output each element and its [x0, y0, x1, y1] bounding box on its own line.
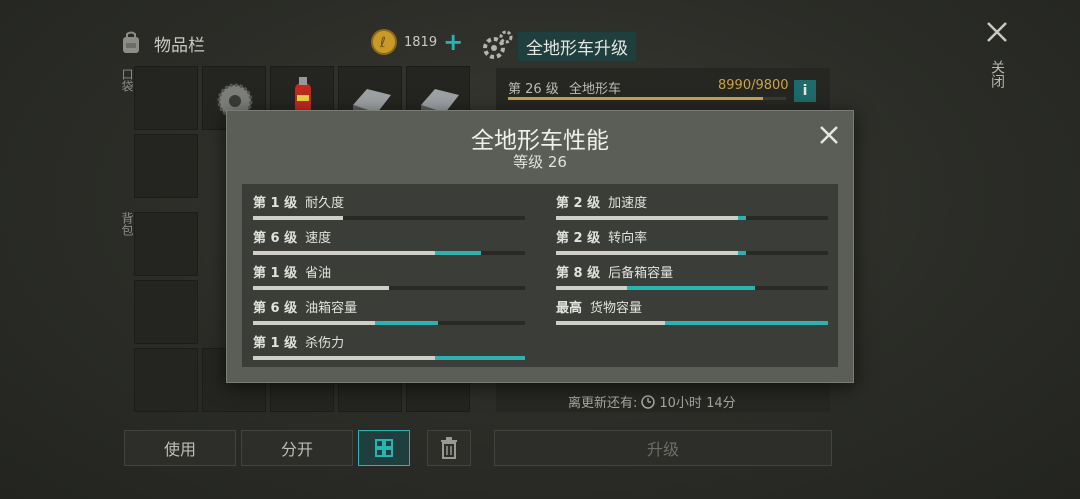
stat-row: 第 6 级速度	[253, 227, 525, 255]
coin-counter: ℓ 1819 +	[370, 28, 463, 56]
xp-progress-bar	[508, 97, 786, 100]
stat-bar-base	[556, 251, 739, 255]
refresh-time: 10小时 14分	[659, 396, 736, 411]
stat-bar-base	[253, 216, 343, 220]
inventory-slot[interactable]	[134, 348, 198, 412]
stat-bar	[253, 286, 525, 290]
close-icon[interactable]	[819, 125, 839, 145]
coin-count: 1819	[404, 34, 438, 50]
stat-bar	[556, 216, 828, 220]
xp-progress-fill	[508, 97, 763, 100]
clock-icon	[641, 394, 656, 409]
stat-row: 第 1 级杀伤力	[253, 332, 525, 360]
stat-name: 耐久度	[305, 196, 345, 211]
modal-title: 全地形车性能	[471, 128, 609, 154]
add-coins-icon[interactable]: +	[443, 30, 463, 54]
stat-bar-upgrade	[375, 321, 438, 325]
stat-bar-base	[556, 286, 627, 290]
stat-bar-upgrade	[738, 216, 747, 220]
sort-grid-button[interactable]	[358, 430, 410, 466]
stat-bar-base	[253, 356, 436, 360]
stat-bar-base	[253, 321, 376, 325]
stat-name: 货物容量	[590, 301, 643, 316]
stat-bar	[253, 251, 525, 255]
inventory-header: 物品栏	[118, 30, 205, 56]
stat-level: 第 1 级	[253, 266, 298, 281]
stat-level: 第 2 级	[556, 196, 601, 211]
stat-bar	[556, 286, 828, 290]
stat-bar-base	[556, 321, 665, 325]
stat-bar-upgrade	[626, 286, 755, 290]
inventory-slot[interactable]	[134, 280, 198, 344]
backpack-icon	[123, 31, 139, 53]
stat-bar	[253, 321, 525, 325]
inventory-title: 物品栏	[154, 35, 205, 56]
stat-bar	[556, 321, 828, 325]
stat-level: 第 6 级	[253, 231, 298, 246]
stat-bar-base	[556, 216, 739, 220]
stat-row: 第 6 级油箱容量	[253, 297, 525, 325]
trash-icon	[441, 437, 457, 459]
stat-level: 第 1 级	[253, 196, 298, 211]
stat-level: 第 6 级	[253, 301, 298, 316]
split-button[interactable]: 分开	[241, 430, 353, 466]
grid-icon	[375, 439, 393, 457]
inventory-slot[interactable]	[134, 212, 198, 276]
performance-modal: 全地形车性能 等级 26 第 1 级耐久度 第 2 级加速度 第 6 级速度 第…	[226, 110, 854, 383]
vehicle-upgrade-title: 全地形车升级	[518, 32, 636, 61]
stat-name: 油箱容量	[305, 301, 358, 316]
stat-level: 第 1 级	[253, 336, 298, 351]
vehicle-level-row: 第 26 级 全地形车	[508, 78, 621, 97]
inventory-slot[interactable]	[134, 66, 198, 130]
stat-bar-upgrade	[664, 321, 828, 325]
stats-box: 第 1 级耐久度 第 2 级加速度 第 6 级速度 第 2 级转向率 第 1 级…	[242, 184, 838, 367]
stat-row: 第 8 级后备箱容量	[556, 262, 828, 290]
gear-icon	[483, 30, 513, 59]
stat-bar-base	[253, 286, 389, 290]
refresh-timer: 离更新还有: 10小时 14分	[568, 392, 736, 411]
stat-bar	[556, 251, 828, 255]
stat-level: 第 2 级	[556, 231, 601, 246]
stat-name: 杀伤力	[305, 336, 345, 351]
stat-row: 第 2 级加速度	[556, 192, 828, 220]
stat-name: 转向率	[608, 231, 648, 246]
refresh-label: 离更新还有:	[568, 396, 638, 411]
stat-bar-upgrade	[738, 251, 747, 255]
stat-row: 第 2 级转向率	[556, 227, 828, 255]
stat-bar-base	[253, 251, 436, 255]
close-icon[interactable]	[985, 20, 1009, 44]
coin-icon: ℓ	[371, 29, 397, 55]
vehicle-xp: 8990/9800	[718, 78, 789, 93]
stat-bar	[253, 356, 525, 360]
vehicle-level: 第 26 级	[508, 82, 559, 97]
stat-level: 最高	[556, 301, 583, 316]
vehicle-name: 全地形车	[568, 82, 621, 97]
use-button[interactable]: 使用	[124, 430, 236, 466]
stat-name: 后备箱容量	[608, 266, 674, 281]
close-label[interactable]: 关闭	[987, 60, 1007, 88]
stat-level: 第 8 级	[556, 266, 601, 281]
stat-row: 第 1 级省油	[253, 262, 525, 290]
upgrade-button[interactable]: 升级	[494, 430, 832, 466]
stat-bar-upgrade	[435, 356, 525, 360]
inventory-slot[interactable]	[134, 134, 198, 198]
stat-bar-upgrade	[435, 251, 482, 255]
stat-name: 加速度	[608, 196, 648, 211]
stat-name: 速度	[305, 231, 332, 246]
svg-text:ℓ: ℓ	[379, 35, 386, 51]
info-button[interactable]: i	[794, 80, 816, 102]
modal-subtitle: 等级 26	[513, 153, 567, 171]
trash-button[interactable]	[427, 430, 471, 466]
stat-row: 第 1 级耐久度	[253, 192, 525, 220]
stat-row: 最高 货物容量	[556, 297, 828, 325]
stat-bar	[253, 216, 525, 220]
stat-name: 省油	[305, 266, 332, 281]
